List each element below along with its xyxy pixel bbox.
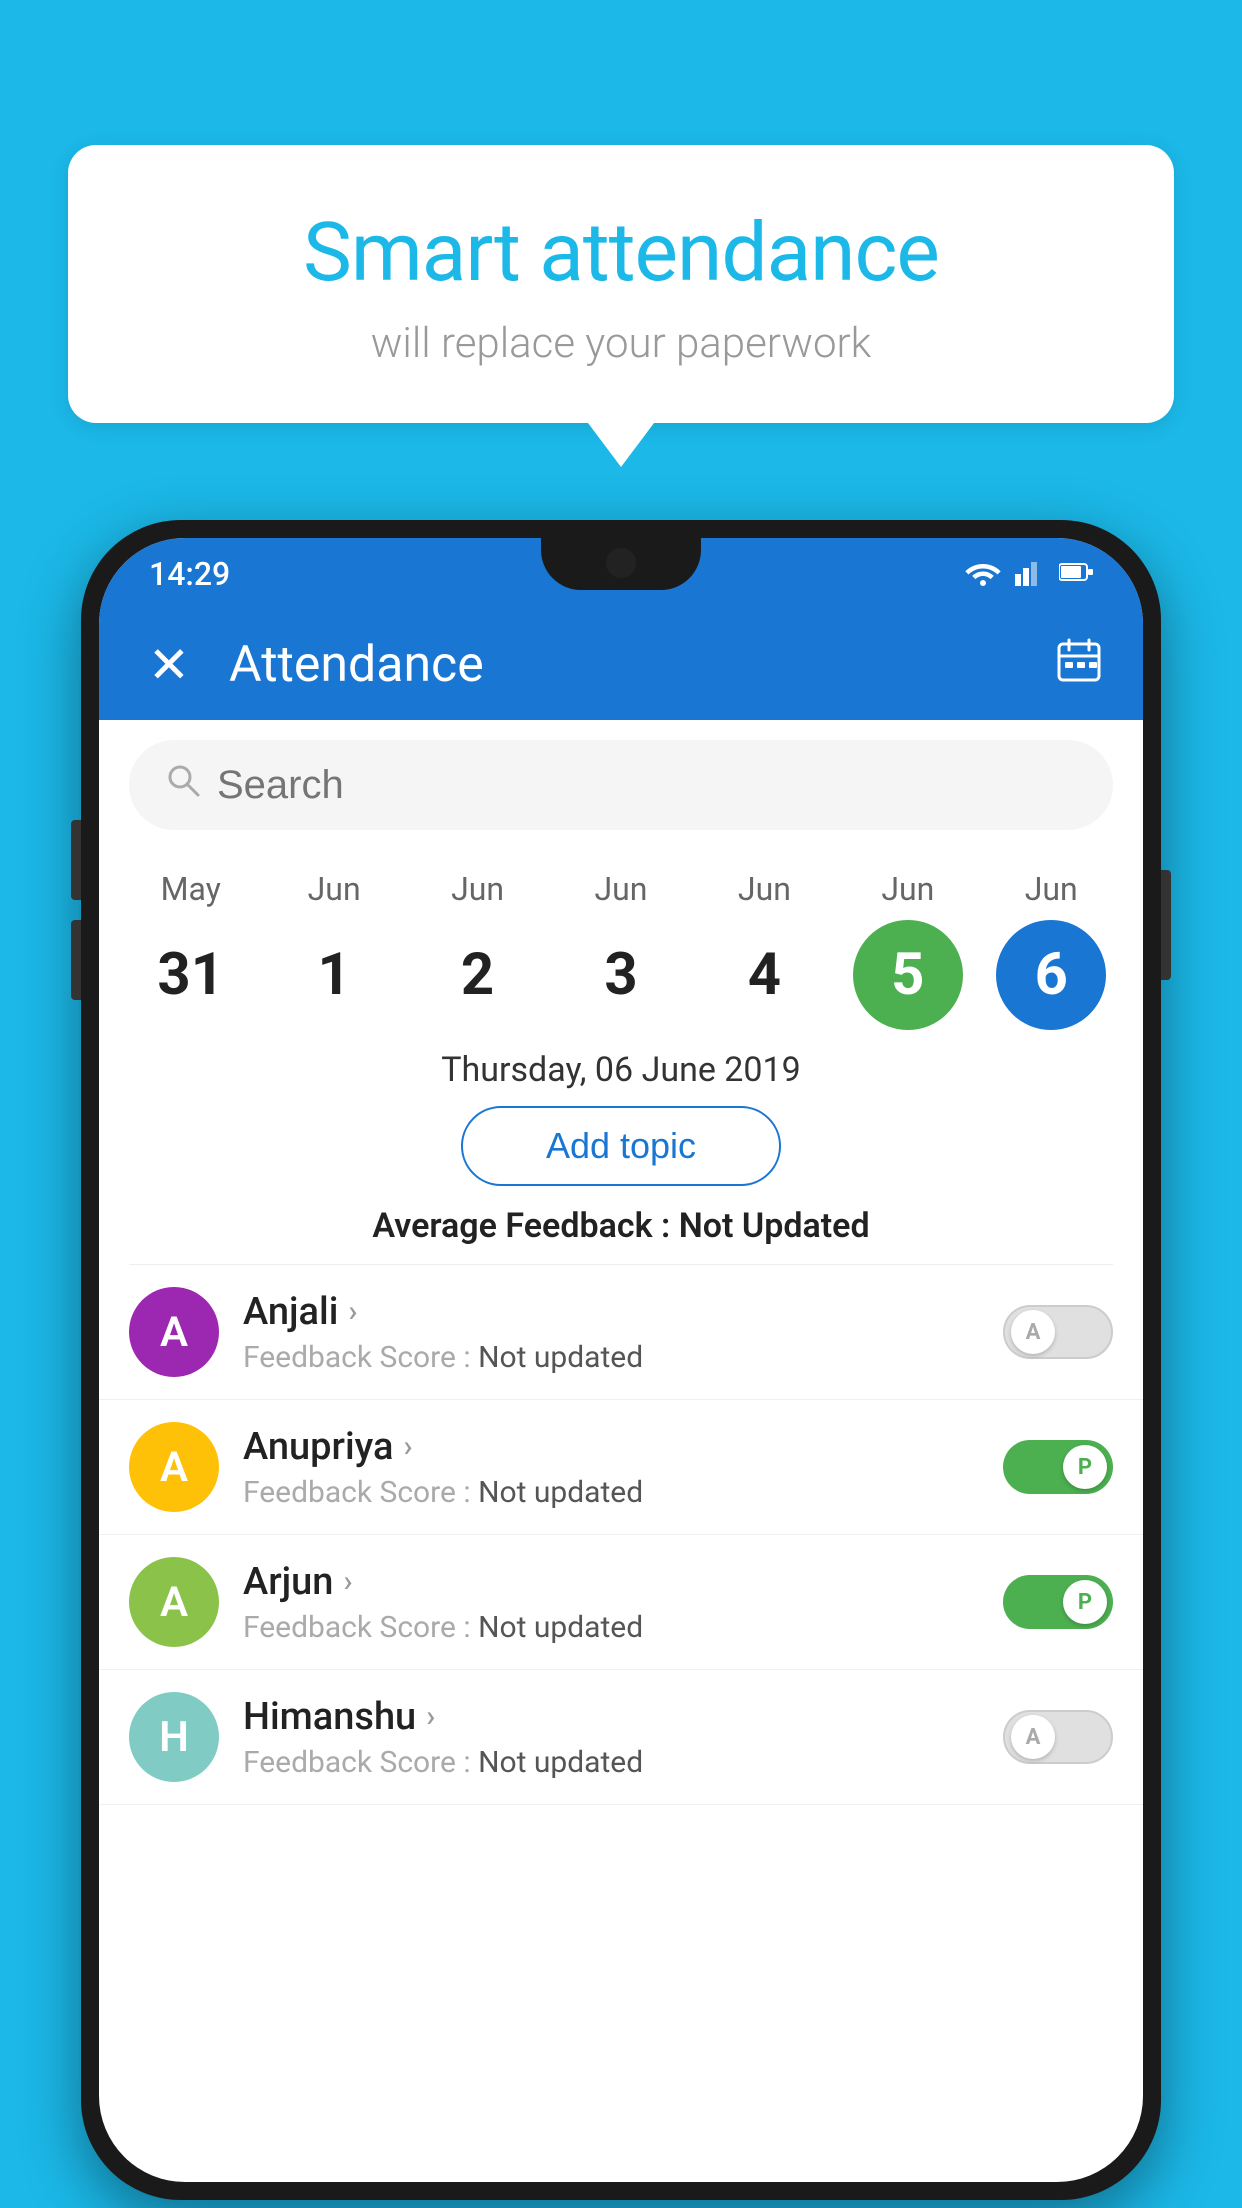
list-item[interactable]: A Arjun › Feedback Score : Not updated P bbox=[99, 1535, 1143, 1670]
student-info: Anupriya › Feedback Score : Not updated bbox=[243, 1425, 979, 1510]
cal-date-number[interactable]: 1 bbox=[279, 920, 389, 1030]
chevron-right-icon: › bbox=[426, 1699, 435, 1734]
student-name: Anjali › bbox=[243, 1290, 979, 1334]
cal-date-number[interactable]: 2 bbox=[423, 920, 533, 1030]
feedback-score: Feedback Score : Not updated bbox=[243, 1475, 979, 1510]
app-title: Attendance bbox=[229, 636, 1025, 694]
feedback-score: Feedback Score : Not updated bbox=[243, 1340, 979, 1375]
cal-month-label: Jun bbox=[881, 870, 934, 908]
phone-notch bbox=[541, 538, 701, 590]
calendar-day[interactable]: Jun 5 bbox=[843, 870, 973, 1030]
avatar: A bbox=[129, 1557, 219, 1647]
wifi-icon bbox=[965, 558, 1001, 590]
calendar-day[interactable]: Jun 1 bbox=[269, 870, 399, 1030]
toggle-knob: A bbox=[1011, 1715, 1055, 1759]
selected-date-label: Thursday, 06 June 2019 bbox=[99, 1030, 1143, 1106]
cal-date-number[interactable]: 6 bbox=[996, 920, 1106, 1030]
calendar-strip: May 31 Jun 1 Jun 2 Jun 3 Jun 4 Jun 5 Jun 6 bbox=[99, 850, 1143, 1030]
signal-icon bbox=[1015, 558, 1045, 590]
calendar-day[interactable]: Jun 3 bbox=[556, 870, 686, 1030]
student-info: Anjali › Feedback Score : Not updated bbox=[243, 1290, 979, 1375]
cal-month-label: Jun bbox=[1025, 870, 1078, 908]
toggle-knob: A bbox=[1011, 1310, 1055, 1354]
cal-date-number[interactable]: 31 bbox=[136, 920, 246, 1030]
status-time: 14:29 bbox=[149, 555, 230, 593]
student-info: Himanshu › Feedback Score : Not updated bbox=[243, 1695, 979, 1780]
cal-month-label: Jun bbox=[594, 870, 647, 908]
avatar: A bbox=[129, 1422, 219, 1512]
calendar-day[interactable]: Jun 6 bbox=[986, 870, 1116, 1030]
avatar: A bbox=[129, 1287, 219, 1377]
speech-bubble: Smart attendance will replace your paper… bbox=[68, 145, 1174, 423]
student-name: Anupriya › bbox=[243, 1425, 979, 1469]
app-bar: ✕ Attendance bbox=[99, 610, 1143, 720]
chevron-right-icon: › bbox=[348, 1294, 357, 1329]
volume-down-button bbox=[71, 920, 81, 1000]
list-item[interactable]: A Anjali › Feedback Score : Not updated A bbox=[99, 1265, 1143, 1400]
calendar-icon[interactable] bbox=[1055, 636, 1103, 695]
list-item[interactable]: H Himanshu › Feedback Score : Not updated A bbox=[99, 1670, 1143, 1805]
cal-month-label: Jun bbox=[308, 870, 361, 908]
power-button bbox=[1161, 870, 1171, 980]
battery-icon bbox=[1059, 562, 1093, 586]
cal-month-label: May bbox=[161, 870, 221, 908]
list-item[interactable]: A Anupriya › Feedback Score : Not updated P bbox=[99, 1400, 1143, 1535]
cal-month-label: Jun bbox=[738, 870, 791, 908]
attendance-toggle[interactable]: P bbox=[1003, 1440, 1113, 1494]
search-container bbox=[129, 740, 1113, 830]
cal-date-number[interactable]: 5 bbox=[853, 920, 963, 1030]
attendance-toggle[interactable]: A bbox=[1003, 1305, 1113, 1359]
calendar-day[interactable]: Jun 2 bbox=[413, 870, 543, 1030]
bubble-subtitle: will replace your paperwork bbox=[118, 319, 1124, 368]
attendance-toggle[interactable]: A bbox=[1003, 1710, 1113, 1764]
average-feedback: Average Feedback : Not Updated bbox=[99, 1206, 1143, 1264]
student-name: Himanshu › bbox=[243, 1695, 979, 1739]
search-icon bbox=[165, 762, 201, 808]
feedback-score: Feedback Score : Not updated bbox=[243, 1610, 979, 1645]
feedback-score: Feedback Score : Not updated bbox=[243, 1745, 979, 1780]
calendar-day[interactable]: Jun 4 bbox=[699, 870, 829, 1030]
student-list: AAnjali ›Feedback Score : Not updatedAAA… bbox=[99, 1265, 1143, 1805]
cal-month-label: Jun bbox=[451, 870, 504, 908]
cal-date-number[interactable]: 3 bbox=[566, 920, 676, 1030]
attendance-toggle[interactable]: P bbox=[1003, 1575, 1113, 1629]
toggle-knob: P bbox=[1063, 1445, 1107, 1489]
volume-up-button bbox=[71, 820, 81, 900]
calendar-day[interactable]: May 31 bbox=[126, 870, 256, 1030]
student-info: Arjun › Feedback Score : Not updated bbox=[243, 1560, 979, 1645]
chevron-right-icon: › bbox=[343, 1564, 352, 1599]
toggle-knob: P bbox=[1063, 1580, 1107, 1624]
phone-mockup: 14:29 bbox=[81, 520, 1161, 2200]
avatar: H bbox=[129, 1692, 219, 1782]
student-name: Arjun › bbox=[243, 1560, 979, 1604]
cal-date-number[interactable]: 4 bbox=[709, 920, 819, 1030]
close-button[interactable]: ✕ bbox=[139, 636, 199, 695]
bubble-title: Smart attendance bbox=[118, 205, 1124, 301]
search-input[interactable] bbox=[217, 763, 1077, 808]
add-topic-button[interactable]: Add topic bbox=[461, 1106, 781, 1186]
chevron-right-icon: › bbox=[403, 1429, 412, 1464]
status-icons bbox=[965, 558, 1093, 590]
